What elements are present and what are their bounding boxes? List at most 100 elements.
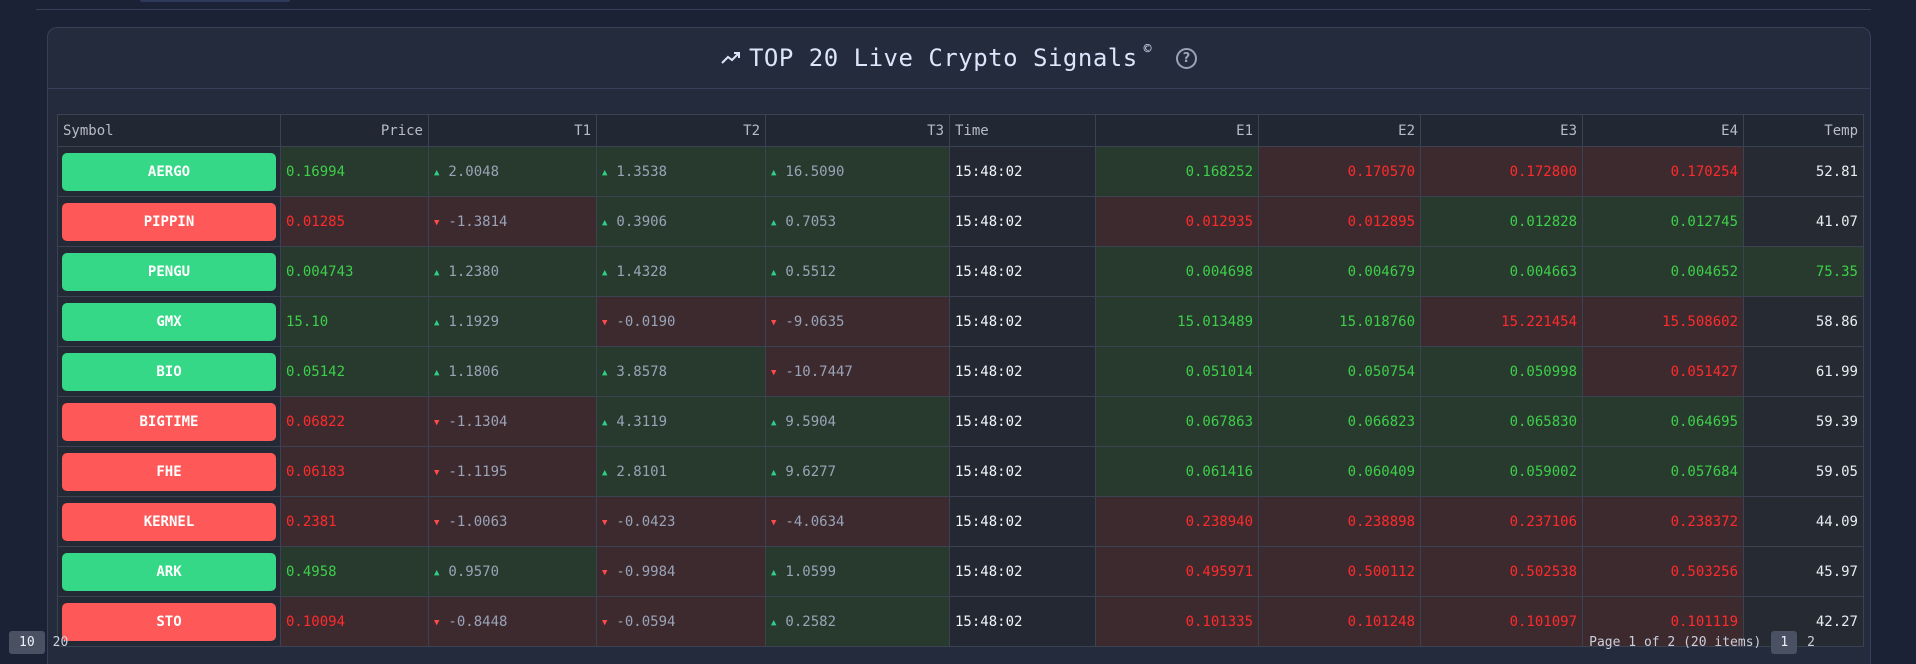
page-navigation: Page 1 of 2 (20 items) 1 2 — [1589, 631, 1815, 654]
triangle-up-icon: ▲ — [602, 467, 608, 478]
symbol-button[interactable]: BIGTIME — [62, 402, 276, 441]
col-header-temp[interactable]: Temp — [1743, 114, 1864, 147]
col-header-e2[interactable]: E2 — [1258, 114, 1421, 147]
copyright-mark: © — [1143, 41, 1152, 57]
t1-value: 0.9570 — [448, 563, 499, 580]
symbol-button[interactable]: PENGU — [62, 252, 276, 291]
page-button-current[interactable]: 1 — [1771, 631, 1798, 654]
triangle-up-icon: ▲ — [771, 217, 777, 228]
cell-temp: 61.99 — [1743, 346, 1864, 397]
t1-value: 1.2380 — [448, 263, 499, 280]
triangle-down-icon: ▼ — [434, 467, 440, 478]
triangle-up-icon: ▲ — [602, 217, 608, 228]
cell-t3: ▲ 0.5512 — [765, 246, 950, 297]
cell-e4: 0.012745 — [1582, 196, 1744, 247]
help-icon[interactable]: ? — [1176, 47, 1197, 69]
triangle-down-icon: ▼ — [434, 217, 440, 228]
page-size-option-selected[interactable]: 10 — [9, 631, 45, 654]
triangle-down-icon: ▼ — [771, 317, 777, 328]
t2-value: -0.9984 — [616, 563, 676, 580]
table-row[interactable]: AERGO 0.16994 ▲ 2.0048 ▲ 1.3538 ▲ 16.5090 15:48:… — [57, 146, 1864, 197]
table-row[interactable]: GMX 15.10 ▲ 1.1929 ▼ -0.0190 ▼ -9.0635 15:48:02 1… — [57, 296, 1864, 347]
symbol-button[interactable]: PIPPIN — [62, 202, 276, 241]
cell-t1: ▲ 1.2380 — [428, 246, 597, 297]
cell-e4: 0.064695 — [1582, 396, 1744, 447]
symbol-button[interactable]: FHE — [62, 452, 276, 491]
cell-symbol: BIGTIME — [57, 396, 281, 447]
table-row[interactable]: BIGTIME 0.06822 ▼ -1.1304 ▲ 4.3119 ▲ 9.5904 15:4… — [57, 396, 1864, 447]
symbol-button[interactable]: AERGO — [62, 152, 276, 191]
cell-e4: 0.238372 — [1582, 496, 1744, 547]
cell-t3: ▲ 9.5904 — [765, 396, 950, 447]
table-row[interactable]: ARK 0.4958 ▲ 0.9570 ▼ -0.9984 ▲ 1.0599 15:48:02 0… — [57, 546, 1864, 597]
triangle-up-icon: ▲ — [602, 367, 608, 378]
col-header-t1[interactable]: T1 — [428, 114, 597, 147]
cell-e3: 0.065830 — [1420, 396, 1583, 447]
cell-time: 15:48:02 — [949, 246, 1096, 297]
col-header-t3[interactable]: T3 — [765, 114, 950, 147]
cell-e2: 0.170570 — [1258, 146, 1421, 197]
col-header-e4[interactable]: E4 — [1582, 114, 1744, 147]
t1-value: -1.1304 — [448, 413, 508, 430]
triangle-up-icon: ▲ — [771, 617, 777, 628]
cell-symbol: ARK — [57, 546, 281, 597]
symbol-button[interactable]: KERNEL — [62, 502, 276, 541]
cell-price: 0.05142 — [280, 346, 429, 397]
cell-t1: ▲ 2.0048 — [428, 146, 597, 197]
triangle-up-icon: ▲ — [771, 267, 777, 278]
cell-symbol: KERNEL — [57, 496, 281, 547]
col-header-price[interactable]: Price — [280, 114, 429, 147]
cell-t2: ▼ -0.9984 — [596, 546, 766, 597]
cell-e3: 0.012828 — [1420, 196, 1583, 247]
cell-temp: 59.39 — [1743, 396, 1864, 447]
cell-temp: 41.07 — [1743, 196, 1864, 247]
cell-t2: ▲ 4.3119 — [596, 396, 766, 447]
col-header-e3[interactable]: E3 — [1420, 114, 1583, 147]
cell-e2: 0.012895 — [1258, 196, 1421, 247]
cell-t1: ▼ -1.1304 — [428, 396, 597, 447]
cell-t3: ▲ 16.5090 — [765, 146, 950, 197]
symbol-button[interactable]: ARK — [62, 552, 276, 591]
page-size-option[interactable]: 20 — [53, 635, 69, 650]
t1-value: 1.1806 — [448, 363, 499, 380]
col-header-t2[interactable]: T2 — [596, 114, 766, 147]
cell-temp: 59.05 — [1743, 446, 1864, 497]
col-header-e1[interactable]: E1 — [1095, 114, 1259, 147]
triangle-up-icon: ▲ — [602, 167, 608, 178]
cell-temp: 45.97 — [1743, 546, 1864, 597]
table-row[interactable]: FHE 0.06183 ▼ -1.1195 ▲ 2.8101 ▲ 9.6277 15:48:02… — [57, 446, 1864, 497]
symbol-button[interactable]: GMX — [62, 302, 276, 341]
triangle-down-icon: ▼ — [602, 567, 608, 578]
page-button-next[interactable]: 2 — [1807, 635, 1815, 650]
t3-value: 0.7053 — [785, 213, 836, 230]
triangle-up-icon: ▲ — [771, 417, 777, 428]
triangle-down-icon: ▼ — [771, 367, 777, 378]
cell-e1: 0.238940 — [1095, 496, 1259, 547]
triangle-down-icon: ▼ — [602, 617, 608, 628]
symbol-button[interactable]: BIO — [62, 352, 276, 391]
table-row[interactable]: BIO 0.05142 ▲ 1.1806 ▲ 3.8578 ▼ -10.7447 15:48:0… — [57, 346, 1864, 397]
cell-t1: ▼ -1.1195 — [428, 446, 597, 497]
cell-t1: ▼ -1.3814 — [428, 196, 597, 247]
cell-t2: ▲ 2.8101 — [596, 446, 766, 497]
cell-symbol: GMX — [57, 296, 281, 347]
cell-e1: 0.495971 — [1095, 546, 1259, 597]
col-header-time[interactable]: Time — [949, 114, 1096, 147]
col-header-symbol[interactable]: Symbol — [57, 114, 281, 147]
table-row[interactable]: PENGU 0.004743 ▲ 1.2380 ▲ 1.4328 ▲ 0.5512 15:48:… — [57, 246, 1864, 297]
cell-e4: 15.508602 — [1582, 296, 1744, 347]
cell-e1: 0.051014 — [1095, 346, 1259, 397]
table-row[interactable]: KERNEL 0.2381 ▼ -1.0063 ▼ -0.0423 ▼ -4.0634 15:4… — [57, 496, 1864, 547]
t3-value: 9.6277 — [785, 463, 836, 480]
cell-e3: 0.004663 — [1420, 246, 1583, 297]
cell-e3: 0.237106 — [1420, 496, 1583, 547]
cell-e3: 0.050998 — [1420, 346, 1583, 397]
cell-e1: 0.168252 — [1095, 146, 1259, 197]
t3-value: 1.0599 — [785, 563, 836, 580]
signals-table: Symbol Price T1 T2 T3 Time E1 E2 E3 E4 T… — [57, 114, 1864, 647]
cell-t2: ▲ 0.3906 — [596, 196, 766, 247]
cell-e4: 0.503256 — [1582, 546, 1744, 597]
t2-value: 4.3119 — [616, 413, 667, 430]
table-row[interactable]: PIPPIN 0.01285 ▼ -1.3814 ▲ 0.3906 ▲ 0.7053 15:48… — [57, 196, 1864, 247]
cell-symbol: FHE — [57, 446, 281, 497]
